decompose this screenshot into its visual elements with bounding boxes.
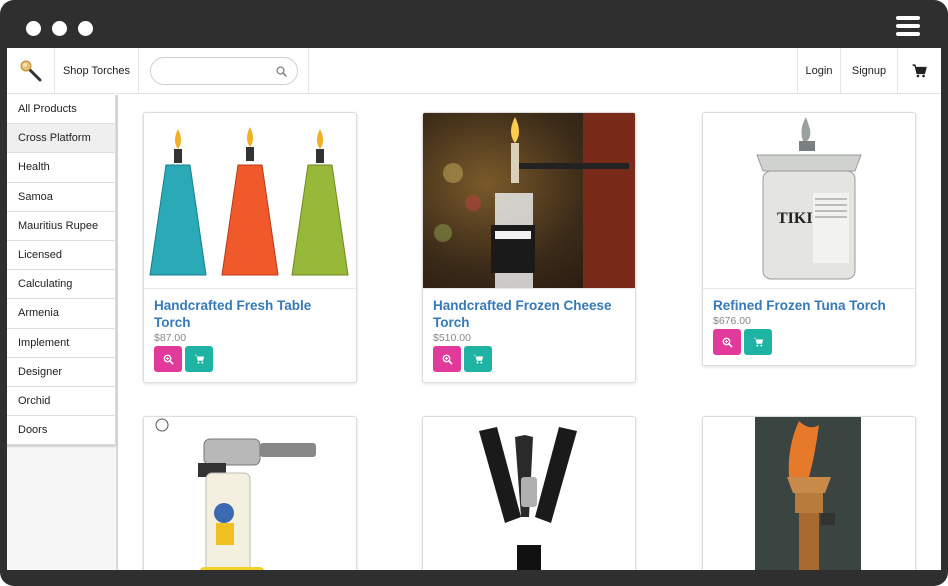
- sidebar-item-licensed[interactable]: Licensed: [7, 240, 115, 271]
- cart-icon: [753, 337, 763, 347]
- sidebar-item-health[interactable]: Health: [7, 153, 115, 183]
- signup-link[interactable]: Signup: [840, 48, 897, 94]
- svg-text:TIKI: TIKI: [777, 210, 813, 227]
- app-screen: Shop Torches Login Signup All Products C…: [7, 48, 941, 570]
- shopping-cart-icon: [912, 64, 927, 78]
- product-card: Handcrafted Frozen Cheese Torch $510.00: [422, 112, 636, 383]
- product-image-table-torches[interactable]: [144, 113, 356, 289]
- product-card: [702, 416, 916, 570]
- sidebar-item-mauritius-rupee[interactable]: Mauritius Rupee: [7, 211, 115, 241]
- product-title[interactable]: Handcrafted Frozen Cheese Torch: [433, 297, 625, 331]
- search-icon[interactable]: [275, 66, 287, 77]
- sidebar-item-cross-platform[interactable]: Cross Platform: [7, 124, 115, 154]
- zoom-in-icon: [163, 354, 174, 365]
- cart-icon: [194, 354, 204, 364]
- search-box: [149, 57, 298, 85]
- product-price: $510.00: [433, 332, 471, 344]
- sidebar-item-implement[interactable]: Implement: [7, 328, 115, 358]
- window-dot-close[interactable]: [26, 21, 41, 36]
- product-card: [143, 416, 357, 570]
- product-card: [422, 416, 636, 570]
- quick-view-button[interactable]: [433, 346, 461, 372]
- torch-logo-icon: [20, 60, 41, 82]
- top-navbar: Shop Torches Login Signup: [7, 48, 941, 94]
- zoom-in-icon: [442, 354, 453, 365]
- product-title[interactable]: Refined Frozen Tuna Torch: [713, 297, 905, 314]
- product-card: Handcrafted Fresh Table Torch $87.00: [143, 112, 357, 383]
- product-title[interactable]: Handcrafted Fresh Table Torch: [154, 297, 346, 331]
- window-dot-minimize[interactable]: [52, 21, 67, 36]
- sidebar-item-samoa[interactable]: Samoa: [7, 182, 115, 212]
- zoom-in-icon: [722, 337, 733, 348]
- category-sidebar: All Products Cross Platform Health Samoa…: [7, 95, 118, 570]
- product-grid: Handcrafted Fresh Table Torch $87.00 Han…: [118, 95, 941, 570]
- hamburger-icon[interactable]: [896, 16, 920, 36]
- sidebar-item-orchid[interactable]: Orchid: [7, 386, 115, 417]
- shop-torches-link[interactable]: Shop Torches: [55, 48, 139, 94]
- quick-view-button[interactable]: [154, 346, 182, 372]
- sidebar-item-all-products[interactable]: All Products: [7, 95, 115, 125]
- nav-cart-button[interactable]: [897, 48, 941, 94]
- product-card: TIKI Refined Frozen Tuna Torch $676.00: [702, 112, 916, 366]
- product-price: $676.00: [713, 315, 751, 327]
- quick-view-button[interactable]: [713, 329, 741, 355]
- product-price: $87.00: [154, 332, 187, 344]
- category-list: All Products Cross Platform Health Samoa…: [7, 95, 116, 447]
- sidebar-item-doors[interactable]: Doors: [7, 416, 115, 446]
- product-image-butane-torch[interactable]: [144, 417, 356, 570]
- add-to-cart-button[interactable]: [185, 346, 213, 372]
- login-link[interactable]: Login: [797, 48, 840, 94]
- sidebar-item-designer[interactable]: Designer: [7, 357, 115, 387]
- sidebar-item-armenia[interactable]: Armenia: [7, 299, 115, 329]
- browser-frame: Shop Torches Login Signup All Products C…: [0, 0, 948, 586]
- brand-logo-link[interactable]: [7, 48, 55, 94]
- window-dot-maximize[interactable]: [78, 21, 93, 36]
- add-to-cart-button[interactable]: [464, 346, 492, 372]
- cart-icon: [473, 354, 483, 364]
- add-to-cart-button[interactable]: [744, 329, 772, 355]
- search-area: [139, 48, 309, 94]
- product-image-copper-torch[interactable]: [703, 417, 915, 570]
- product-image-tiki-canister[interactable]: TIKI: [703, 113, 915, 289]
- window-controls: [26, 21, 93, 36]
- search-input[interactable]: [160, 58, 281, 84]
- product-image-whiskey-torch[interactable]: [423, 113, 635, 289]
- product-image-metal-torch[interactable]: [423, 417, 635, 570]
- sidebar-item-calculating[interactable]: Calculating: [7, 270, 115, 300]
